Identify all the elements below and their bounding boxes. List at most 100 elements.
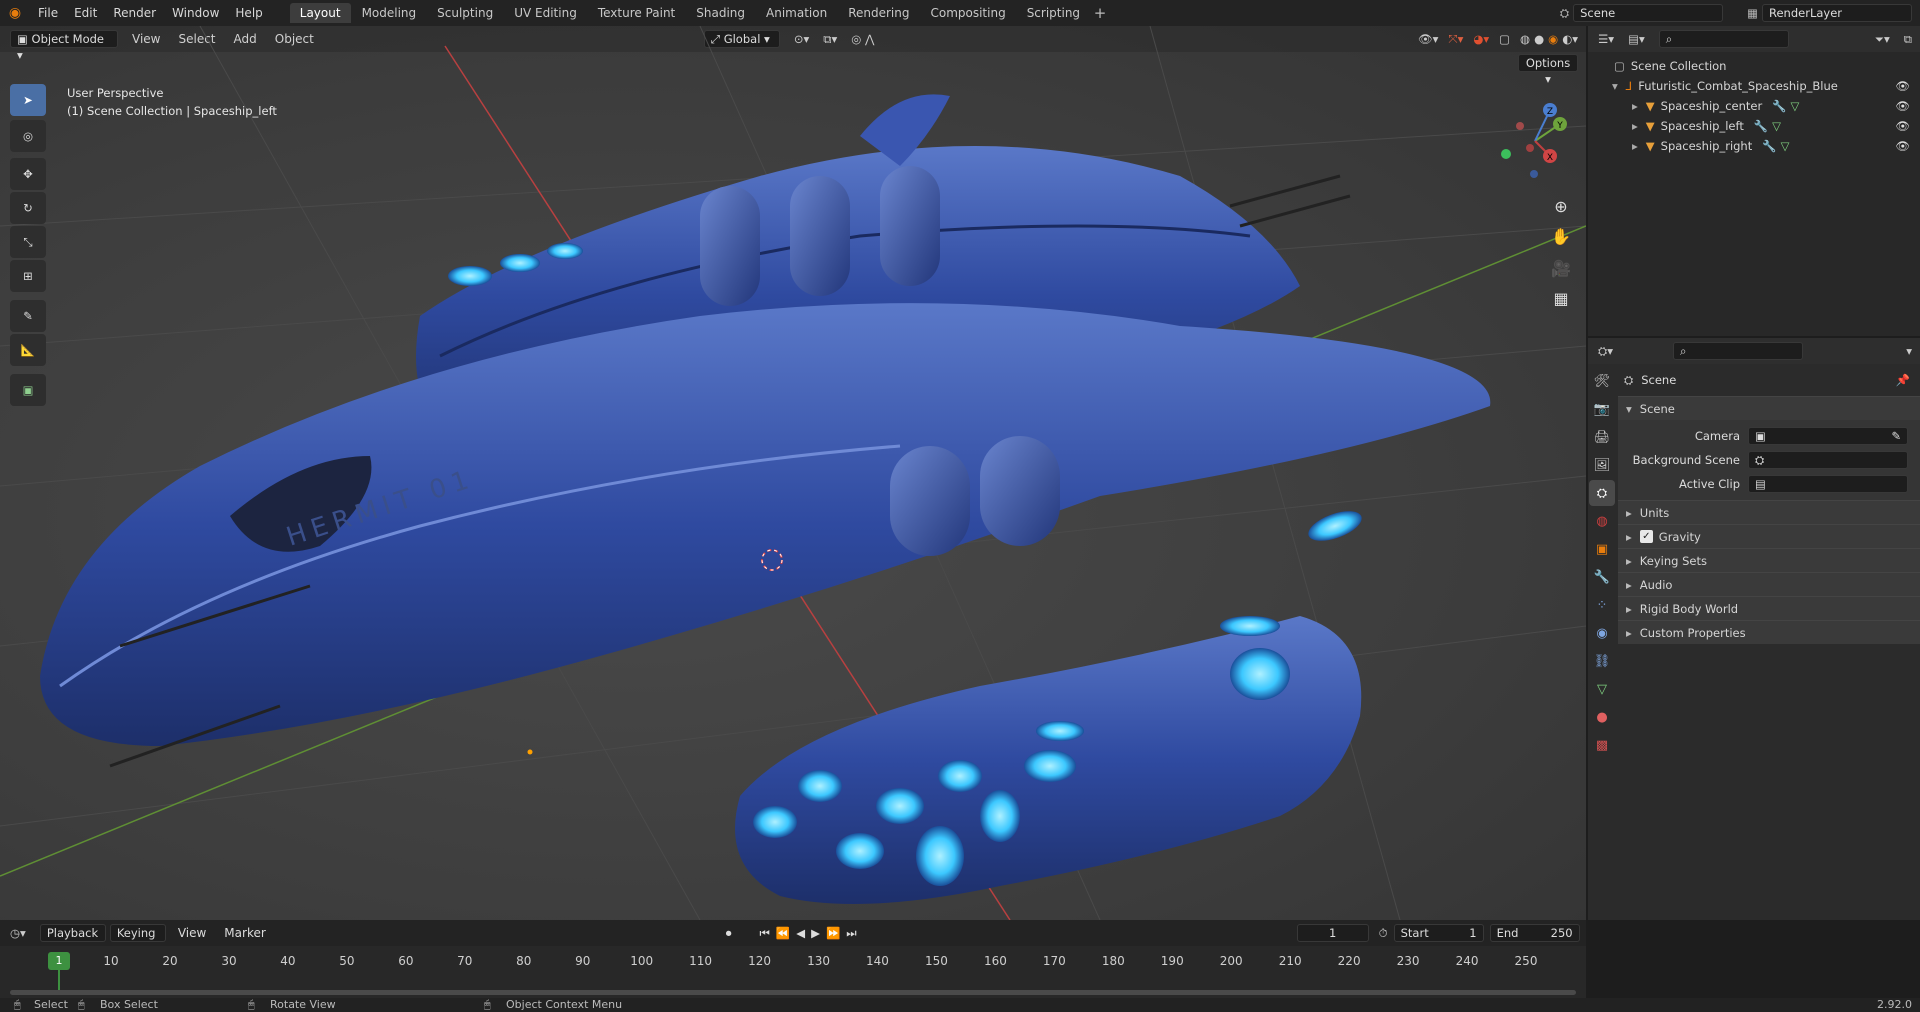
render-layer-icon[interactable]: ▦ — [1747, 6, 1758, 20]
tab-view-layer-icon[interactable]: 🖼 — [1589, 452, 1615, 478]
scene-selector[interactable]: Scene — [1573, 4, 1724, 22]
tab-physics-icon[interactable]: ◉ — [1589, 620, 1615, 646]
play-button[interactable]: ▶ — [811, 926, 820, 940]
zoom-icon[interactable]: ⊕ — [1547, 192, 1575, 220]
frame-ruler[interactable]: 1102030405060708090100110120130140150160… — [0, 946, 1586, 998]
pin-icon[interactable]: 📌 — [1896, 373, 1910, 387]
tab-shading[interactable]: Shading — [686, 3, 755, 23]
playhead[interactable]: 1 — [48, 952, 70, 970]
blender-logo-icon[interactable]: ◉ — [0, 5, 30, 21]
tab-world-icon[interactable]: ◍ — [1589, 508, 1615, 534]
properties-search-input[interactable]: ⌕ — [1672, 342, 1803, 360]
tab-constraints-icon[interactable]: ⛓ — [1589, 648, 1615, 674]
tool-select-box[interactable]: ➤ — [10, 84, 46, 116]
prev-keyframe-button[interactable]: ⏪ — [776, 926, 790, 940]
panel-gravity[interactable]: ▸ ✓ Gravity — [1618, 524, 1920, 548]
tool-move[interactable]: ✥ — [10, 158, 46, 190]
panel-keying-sets[interactable]: ▸ Keying Sets — [1618, 548, 1920, 572]
eye-icon[interactable]: 👁 — [1895, 79, 1910, 93]
keying-menu[interactable]: Keying ▾ — [109, 924, 166, 956]
eye-icon[interactable]: 👁 — [1895, 99, 1910, 113]
timeline-menu-marker[interactable]: Marker — [224, 926, 265, 940]
gravity-checkbox[interactable]: ✓ — [1639, 530, 1653, 543]
record-button[interactable]: ⏺ — [726, 926, 732, 941]
editor-type-icon[interactable]: ☰▾ — [1598, 32, 1614, 46]
pan-hand-icon[interactable]: ✋ — [1547, 222, 1575, 250]
camera-field[interactable]: ▣ ✎ — [1748, 427, 1908, 445]
play-reverse-button[interactable]: ◀ — [796, 926, 805, 940]
current-frame-field[interactable]: 1 — [1296, 924, 1369, 942]
filter-icon[interactable]: ⏷▾ — [1875, 32, 1890, 47]
editor-type-icon[interactable]: ⛭▾ — [1598, 344, 1613, 359]
tool-rotate[interactable]: ↻ — [10, 192, 46, 224]
clock-icon[interactable]: ⏱ — [1379, 926, 1388, 941]
next-keyframe-button[interactable]: ⏩ — [826, 926, 840, 940]
tab-scripting[interactable]: Scripting — [1017, 3, 1090, 23]
navigation-gizmo[interactable]: Y Z X — [1490, 96, 1580, 186]
tab-uv-editing[interactable]: UV Editing — [504, 3, 587, 23]
outliner-row-spaceship-left[interactable]: ▸ ▼ Spaceship_left 🔧 ▽ 👁 — [1588, 116, 1920, 136]
tool-scale[interactable]: ⤡ — [10, 226, 46, 258]
tab-texture-paint[interactable]: Texture Paint — [588, 3, 685, 23]
background-scene-field[interactable]: ⛭ — [1748, 451, 1908, 469]
tab-sculpting[interactable]: Sculpting — [427, 3, 503, 23]
tab-texture-icon[interactable]: ▩ — [1589, 732, 1615, 758]
menu-window[interactable]: Window — [164, 6, 227, 20]
end-frame-field[interactable]: End 250 — [1489, 924, 1580, 942]
expand-arrow-icon[interactable]: ▸ — [1632, 99, 1638, 113]
tab-object-icon[interactable]: ▣ — [1589, 536, 1615, 562]
tool-cursor[interactable]: ◎ — [10, 120, 46, 152]
tool-measure[interactable]: 📐 — [10, 334, 46, 366]
tool-annotate[interactable]: ✎ — [10, 300, 46, 332]
menu-help[interactable]: Help — [227, 6, 270, 20]
expand-arrow-icon[interactable]: ▾ — [1612, 79, 1618, 93]
playback-menu[interactable]: Playback ▾ — [39, 924, 106, 956]
tab-modifier-icon[interactable]: 🔧 — [1589, 564, 1615, 590]
add-workspace-button[interactable]: + — [1090, 4, 1110, 22]
jump-start-button[interactable]: ⏮ — [760, 926, 770, 941]
outliner-row-scene-collection[interactable]: ▢ Scene Collection — [1588, 56, 1920, 76]
panel-rigid-body-world[interactable]: ▸ Rigid Body World — [1618, 596, 1920, 620]
panel-audio[interactable]: ▸ Audio — [1618, 572, 1920, 596]
tab-output-icon[interactable]: 🖨 — [1589, 424, 1615, 450]
outliner-row-collection[interactable]: ▾ ⅃ Futuristic_Combat_Spaceship_Blue 👁 — [1588, 76, 1920, 96]
camera-view-icon[interactable]: 🎥 — [1547, 254, 1575, 282]
outliner-row-spaceship-center[interactable]: ▸ ▼ Spaceship_center 🔧 ▽ 👁 — [1588, 96, 1920, 116]
tab-tool-icon[interactable]: 🛠 — [1589, 368, 1615, 394]
eye-icon[interactable]: 👁 — [1895, 139, 1910, 153]
menu-file[interactable]: File — [30, 6, 66, 20]
tab-particles-icon[interactable]: ⁘ — [1589, 592, 1615, 618]
scene-icon[interactable]: ⛭ — [1560, 6, 1569, 21]
tab-scene-icon[interactable]: ⛭ — [1589, 480, 1615, 506]
expand-arrow-icon[interactable]: ▸ — [1632, 139, 1638, 153]
eye-icon[interactable]: 👁 — [1895, 119, 1910, 133]
options-dropdown-icon[interactable]: ▾ — [1906, 344, 1912, 358]
new-collection-icon[interactable]: ⧉ — [1904, 32, 1912, 47]
tool-add-cube[interactable]: ▣ — [10, 374, 46, 406]
tab-rendering[interactable]: Rendering — [838, 3, 919, 23]
timeline-menu-view[interactable]: View — [178, 926, 206, 940]
tab-animation[interactable]: Animation — [756, 3, 837, 23]
3d-viewport[interactable]: ▣ Object Mode ▾ View Select Add Object ⤢… — [0, 26, 1586, 920]
outliner-search-input[interactable]: ⌕ — [1658, 30, 1789, 48]
render-layer-selector[interactable]: RenderLayer — [1762, 4, 1912, 22]
tab-material-icon[interactable]: ● — [1589, 704, 1615, 730]
expand-arrow-icon[interactable]: ▸ — [1632, 119, 1638, 133]
spaceship-center-mesh[interactable] — [735, 616, 1362, 904]
tab-render-icon[interactable]: 📷 — [1589, 396, 1615, 422]
outliner-row-spaceship-right[interactable]: ▸ ▼ Spaceship_right 🔧 ▽ 👁 — [1588, 136, 1920, 156]
panel-custom-properties[interactable]: ▸ Custom Properties — [1618, 620, 1920, 644]
perspective-grid-icon[interactable]: ▦ — [1547, 284, 1575, 312]
panel-units[interactable]: ▸ Units — [1618, 500, 1920, 524]
menu-edit[interactable]: Edit — [66, 6, 105, 20]
timeline-scrollbar[interactable] — [10, 990, 1576, 995]
display-mode-icon[interactable]: ▤▾ — [1628, 32, 1645, 46]
jump-end-button[interactable]: ⏭ — [846, 926, 856, 941]
active-clip-field[interactable]: ▤ — [1748, 475, 1908, 493]
tool-transform[interactable]: ⊞ — [10, 260, 46, 292]
start-frame-field[interactable]: Start 1 — [1393, 924, 1484, 942]
editor-type-icon[interactable]: ◷▾ — [10, 926, 26, 940]
tab-modeling[interactable]: Modeling — [352, 3, 427, 23]
panel-scene-header[interactable]: ▾ Scene — [1618, 396, 1920, 420]
tab-compositing[interactable]: Compositing — [920, 3, 1015, 23]
